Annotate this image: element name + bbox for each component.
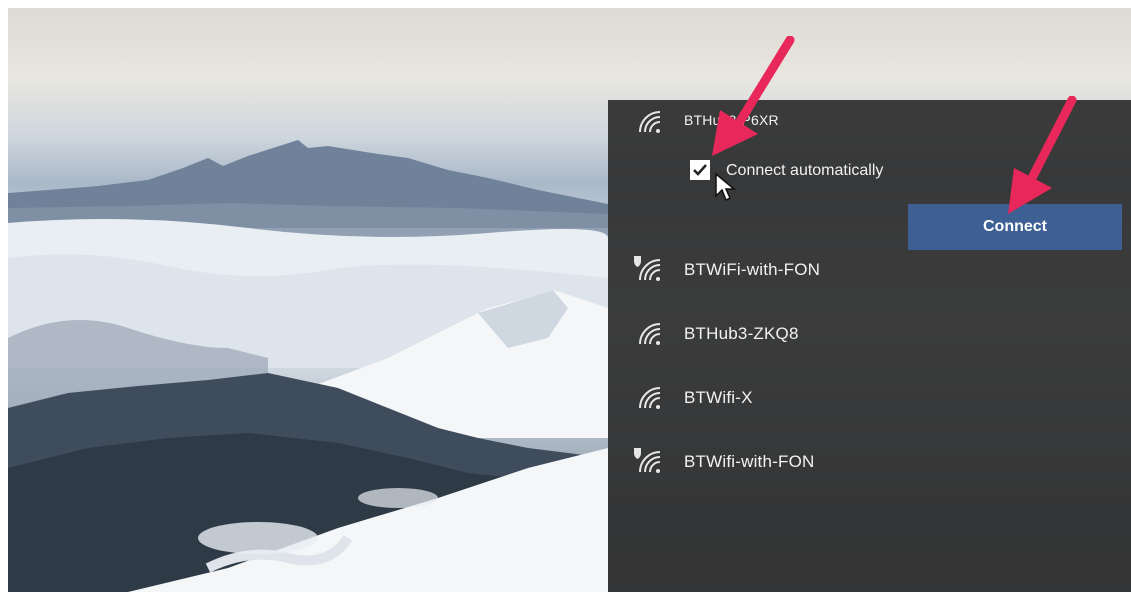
connect-button[interactable]: Connect <box>908 204 1122 250</box>
wifi-shield-icon <box>634 256 661 281</box>
wifi-icon <box>639 111 661 133</box>
connect-automatically-label: Connect automatically <box>726 162 884 179</box>
wifi-icon <box>639 387 661 409</box>
network-name: BTWifi-with-FON <box>684 452 815 471</box>
wifi-shield-icon <box>634 448 661 473</box>
network-item-bthub3-zkq8[interactable]: BTHub3-ZKQ8 <box>608 314 1131 354</box>
desktop-wallpaper: BTHub3-P6XR Connect automatically Connec… <box>8 8 1131 592</box>
network-name: BTHub3-P6XR <box>684 112 779 128</box>
network-item-btwifi-x[interactable]: BTWifi-X <box>608 378 1131 418</box>
network-name: BTWiFi-with-FON <box>684 260 821 279</box>
network-name: BTWifi-X <box>684 388 753 407</box>
network-item-btwifi-with-fon[interactable]: BTWiFi-with-FON <box>608 250 1131 290</box>
mouse-cursor-icon <box>715 172 737 202</box>
network-item-selected[interactable]: BTHub3-P6XR <box>608 102 1131 142</box>
wifi-icon <box>639 323 661 345</box>
network-name: BTHub3-ZKQ8 <box>684 324 799 343</box>
checkmark-icon <box>693 164 707 176</box>
connect-automatically-checkbox[interactable] <box>690 160 710 180</box>
network-item-btwifi-with-fon-2[interactable]: BTWifi-with-FON <box>608 442 1131 482</box>
wifi-network-panel: BTHub3-P6XR Connect automatically Connec… <box>608 100 1131 592</box>
